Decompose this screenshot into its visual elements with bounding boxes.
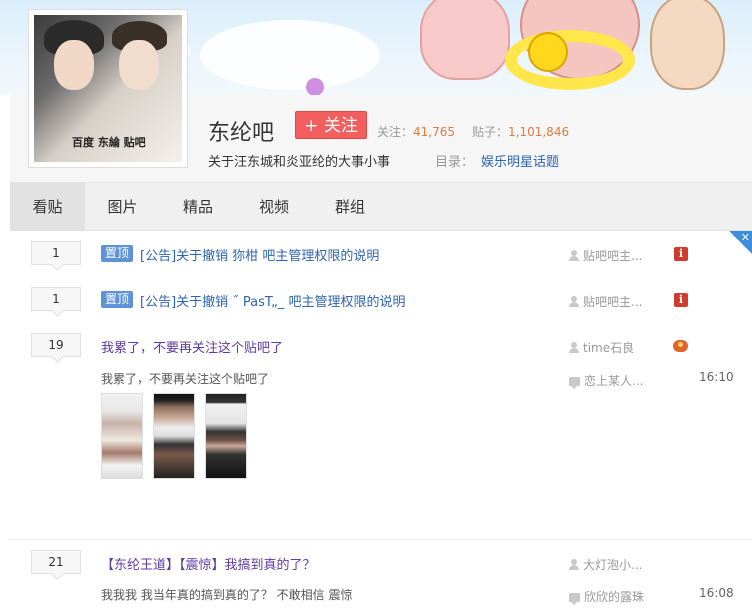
thread-author[interactable]: 贴吧吧主...	[569, 293, 642, 310]
tab-images[interactable]: 图片	[85, 183, 160, 231]
warning-icon: i	[674, 293, 688, 307]
tab-featured[interactable]: 精品	[160, 183, 236, 231]
forum-avatar[interactable]: 百度 东綸 贴吧	[28, 9, 188, 168]
last-reply-name: 欣欣的露珠	[584, 590, 645, 604]
avatar-image: 百度 东綸 贴吧	[34, 15, 182, 162]
divider	[10, 539, 752, 540]
thread-title[interactable]: 我累了，不要再关注这个贴吧了	[101, 337, 283, 356]
pinned-badge: 置顶	[101, 245, 134, 262]
duck-decoration	[528, 32, 568, 72]
thread-author[interactable]: 大灯泡小...	[569, 556, 642, 573]
cloud-decoration	[200, 20, 380, 90]
followers-count: 41,765	[413, 125, 456, 139]
posts-label: 贴子：	[472, 125, 509, 139]
posts-stat: 贴子：1,101,846	[472, 123, 569, 140]
followers-label: 关注：	[377, 125, 414, 139]
tab-posts[interactable]: 看贴	[10, 183, 85, 231]
warning-icon: i	[674, 247, 688, 261]
thread-author[interactable]: time石良	[569, 339, 634, 356]
last-reply-time: 16:08	[699, 586, 734, 600]
user-icon	[569, 250, 579, 261]
reply-count: 1	[31, 287, 81, 311]
last-reply-time: 16:10	[699, 370, 734, 384]
follow-button[interactable]: + 关注	[295, 111, 367, 139]
flower-decoration	[306, 78, 324, 95]
thread-title[interactable]: [公告]关于撤销 ˝ PasT„_ 吧主管理权限的说明	[140, 291, 406, 310]
thread-title[interactable]: [公告]关于撤销 狝柑 吧主管理权限的说明	[140, 245, 379, 264]
pinned-badge: 置顶	[101, 291, 134, 308]
close-icon[interactable]: ✕	[729, 231, 752, 254]
user-icon	[569, 296, 579, 307]
pig-decoration	[420, 0, 510, 80]
forum-nav: 看贴 图片 精品 视频 群组	[10, 183, 752, 231]
posts-count: 1,101,846	[508, 125, 570, 139]
thread-title[interactable]: 【东纶王道】【震惊】我搞到真的了？	[101, 554, 316, 573]
user-icon	[569, 559, 579, 570]
reply-count: 1	[31, 241, 81, 265]
author-name: 贴吧吧主...	[583, 249, 643, 263]
author-name: 大灯泡小...	[583, 558, 643, 572]
reply-count: 19	[31, 333, 81, 357]
directory-link[interactable]: 娱乐明星话题	[481, 151, 559, 170]
forum-slogan: 关于汪东城和炎亚纶的大事小事	[208, 155, 391, 170]
last-reply-user[interactable]: 欣欣的露珠	[569, 588, 644, 605]
author-name: 贴吧吧主...	[583, 295, 643, 309]
tab-groups[interactable]: 群组	[312, 183, 388, 231]
game-icon	[673, 340, 688, 352]
bear-decoration	[650, 0, 725, 90]
reply-icon	[569, 377, 580, 389]
directory-label: 目录：	[435, 155, 475, 170]
author-name: time石良	[583, 341, 635, 355]
thread-author[interactable]: 贴吧吧主...	[569, 247, 642, 264]
swim-ring-decoration	[505, 30, 635, 90]
thread-image[interactable]	[205, 393, 247, 479]
followers-stat: 关注：41,765	[377, 123, 455, 140]
avatar-logo: 百度 东綸 贴吧	[72, 136, 146, 149]
thread-abstract: 我累了，不要再关注这个贴吧了	[101, 372, 270, 386]
tab-videos[interactable]: 视频	[236, 183, 312, 231]
reply-count: 21	[31, 550, 81, 574]
last-reply-user[interactable]: 恋上某人...	[569, 372, 643, 389]
last-reply-name: 恋上某人...	[584, 374, 644, 388]
thread-abstract: 我我我 我当年真的搞到真的了？ 不敢相信 震惊	[101, 588, 353, 602]
thread-image[interactable]	[153, 393, 195, 479]
user-icon	[569, 342, 579, 353]
reply-icon	[569, 593, 580, 605]
thread-image[interactable]	[101, 393, 143, 479]
forum-title[interactable]: 东纶吧	[208, 115, 274, 147]
